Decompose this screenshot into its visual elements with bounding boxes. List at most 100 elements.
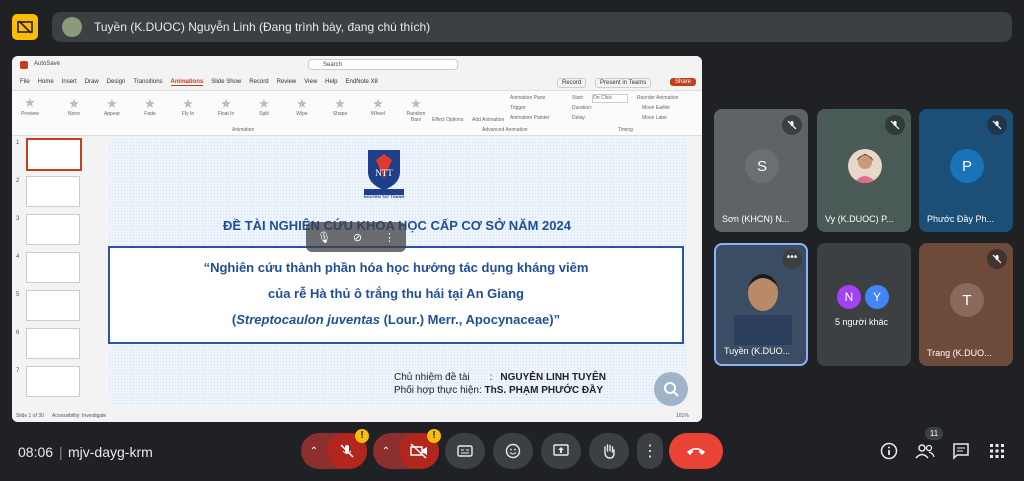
start-select[interactable]: On Click [592,94,628,103]
participant-name: Tuyền (K.DUO... [724,346,791,356]
participant-tile[interactable]: T Trang (K.DUO... [919,243,1013,366]
people-button[interactable] [914,440,936,462]
animation-option[interactable]: ★ Wheel [364,96,392,118]
zoom-icon[interactable] [654,372,688,406]
ppt-menu-item[interactable]: Transitions [133,79,162,85]
animation-label: Float In [217,111,235,117]
avatar [848,149,882,183]
thumb-number: 2 [16,178,20,184]
participant-tile-active[interactable]: ••• Tuyền (K.DUO... [714,243,808,366]
present-screen-icon [553,444,569,456]
ppt-menu-item[interactable]: Review [277,79,297,85]
meta-value-2: ThS. PHẠM PHƯỚC ĐẦY [484,385,604,396]
animation-option[interactable]: ★ Wipe [288,97,316,118]
ppt-menu-item[interactable]: Draw [85,79,99,85]
powerpoint-logo-icon [20,61,28,69]
animation-star-icon: ★ [258,96,270,111]
ppt-status-bar: Slide 1 of 30 Accessibility: Investigate… [12,410,702,422]
animation-pane-button[interactable]: Animation Pane [510,95,545,101]
scientific-name: Streptocaulon juventas [236,312,380,327]
add-animation-button[interactable]: Add Animation [472,117,504,123]
ppt-menu-item[interactable]: Animations [170,79,204,86]
present-screen-button[interactable] [541,433,581,469]
animation-option[interactable]: ★ Split [250,96,278,118]
activities-button[interactable] [986,440,1008,462]
autosave-label[interactable]: AutoSave [34,61,60,67]
animation-option[interactable]: ★ Appear [98,97,126,118]
share-button[interactable]: Share [670,78,697,86]
mic-off-icon[interactable]: 🎙︎ [317,231,331,244]
ppt-menu-item[interactable]: Home [38,79,54,85]
record-button[interactable]: Record [557,78,587,88]
raise-hand-button[interactable] [589,433,629,469]
animation-option[interactable]: ★ Fade [136,97,164,118]
animation-star-icon: ★ [372,96,384,111]
slide-thumbnail[interactable] [26,366,80,397]
ppt-menu-item[interactable]: File [20,79,30,85]
effect-options-button[interactable]: Effect Options [432,117,463,123]
ppt-menu-item[interactable]: Design [107,79,126,85]
others-tile[interactable]: N Y 5 người khác [817,243,911,366]
ppt-search-input[interactable]: Search [308,59,458,70]
animation-label: Wipe [296,111,308,117]
animation-painter-button[interactable]: Animation Painter [510,115,549,121]
mic-warning-badge: ! [355,429,369,443]
mic-control-group: ⌃ ! [301,429,369,469]
animation-option[interactable]: ★ Shape [326,97,354,118]
avatar: N [837,285,861,309]
chat-button[interactable] [950,440,972,462]
animation-option[interactable]: ★ Fly In [174,97,202,118]
animation-option[interactable]: ★ Random Bars [402,97,430,124]
pin-off-icon[interactable]: ⊘ [353,231,362,244]
slide-title-box: “Nghiên cứu thành phần hóa học hướng tác… [108,246,684,344]
others-count-label: 5 người khác [835,317,888,327]
more-options-icon[interactable]: ••• [782,249,802,269]
move-later-button[interactable]: Move Later [642,115,667,121]
zoom-level[interactable]: 101% [676,413,689,419]
participant-tile[interactable]: Vy (K.DUOC) P... [817,109,911,232]
participant-tile[interactable]: P Phước Đầy Ph... [919,109,1013,232]
trigger-button[interactable]: Trigger [510,105,526,111]
meta-line-2: Phối hợp thực hiện: ThS. PHẠM PHƯỚC ĐẦY [394,385,603,396]
participant-tile[interactable]: S Sơn (KHCN) N... [714,109,808,232]
slide-thumbnail[interactable] [26,290,80,321]
title-line-2: của rễ Hà thủ ô trắng thu hái tại An Gia… [268,286,524,301]
slide-thumbnail[interactable] [26,214,80,245]
more-options-icon[interactable]: ⋮ [384,231,395,244]
ppt-menu-item[interactable]: Help [325,79,337,85]
reorder-label: Reorder Animation [637,95,679,101]
thumb-number: 1 [16,140,20,146]
captions-button[interactable] [445,433,485,469]
animation-label: Shape [332,111,348,117]
ppt-menu-item[interactable]: Slide Show [211,79,241,85]
avatar: Y [865,285,889,309]
more-options-button[interactable]: ⋮ [637,433,663,469]
camera-options-chevron-icon[interactable]: ⌃ [373,446,399,457]
slide-thumbnail[interactable] [26,328,80,359]
end-call-button[interactable] [669,433,723,469]
ppt-menu-item[interactable]: Insert [62,79,77,85]
slide-thumbnail[interactable] [26,176,80,207]
more-vert-icon: ⋮ [642,443,658,460]
accessibility-status[interactable]: Accessibility: Investigate [52,413,106,419]
animation-option[interactable]: ★ None [60,97,88,118]
participant-name: Vy (K.DUOC) P... [825,214,894,224]
people-count-badge: 11 [925,427,943,440]
reactions-button[interactable] [493,433,533,469]
move-earlier-button[interactable]: Move Earlier [642,105,670,111]
present-in-teams-button[interactable]: Present in Teams [595,78,652,88]
ppt-menu-item[interactable]: Record [249,79,268,85]
presenter-bar: Tuyền (K.DUOC) Nguyễn Linh (Đang trình b… [52,12,1012,42]
ppt-menu-item[interactable]: EndNote X8 [346,79,378,85]
slide-thumbnail[interactable] [26,252,80,283]
clock: 08:06 [18,444,54,460]
animation-option[interactable]: ★ Float In [212,97,240,118]
mic-off-icon [340,444,354,458]
ppt-menu-item[interactable]: View [304,79,317,85]
animation-label: Wheel [370,111,386,117]
mic-options-chevron-icon[interactable]: ⌃ [301,446,327,457]
slide-thumbnail[interactable] [26,138,82,171]
preview-button[interactable]: ★ Preview [18,95,42,117]
meeting-info-button[interactable] [878,440,900,462]
group-timing-label: Timing [618,127,633,133]
